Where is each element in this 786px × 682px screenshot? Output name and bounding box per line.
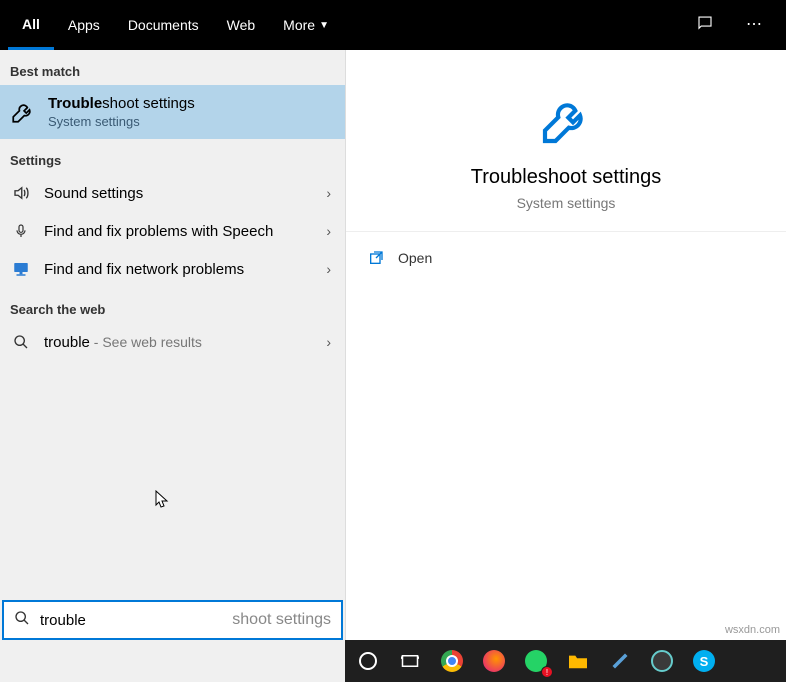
detail-panel: Troubleshoot settings System settings Op… — [345, 50, 786, 640]
section-settings: Settings — [0, 139, 345, 174]
best-match-title: Troubleshoot settings — [48, 95, 195, 112]
result-speech[interactable]: Find and fix problems with Speech › — [0, 212, 345, 250]
open-icon — [368, 250, 384, 266]
result-sound-settings[interactable]: Sound settings › — [0, 174, 345, 212]
results-panel: Best match Troubleshoot settings System … — [0, 50, 345, 640]
open-label: Open — [398, 250, 432, 266]
taskview-icon[interactable] — [395, 646, 425, 676]
result-label: trouble - See web results — [44, 334, 314, 351]
feedback-icon[interactable] — [688, 6, 722, 45]
wrench-icon — [10, 99, 36, 125]
taskbar: ! S — [345, 640, 786, 682]
section-search-web: Search the web — [0, 288, 345, 323]
result-network[interactable]: Find and fix network problems › — [0, 250, 345, 288]
detail-title: Troubleshoot settings — [366, 166, 766, 189]
chevron-right-icon: › — [326, 334, 335, 350]
section-best-match: Best match — [0, 50, 345, 85]
chevron-down-icon: ▼ — [319, 20, 329, 31]
result-label: Find and fix network problems — [44, 261, 314, 278]
network-icon — [10, 258, 32, 280]
search-input[interactable] — [40, 612, 639, 629]
wrench-icon — [536, 90, 596, 150]
search-icon — [10, 331, 32, 353]
open-action[interactable]: Open — [346, 232, 786, 284]
chevron-right-icon: › — [326, 261, 335, 277]
search-window: All Apps Documents Web More▼ ⋯ Best matc… — [0, 0, 786, 640]
tab-all[interactable]: All — [8, 0, 54, 50]
result-label: Sound settings — [44, 185, 314, 202]
app-icon[interactable] — [605, 646, 635, 676]
tab-documents[interactable]: Documents — [114, 0, 213, 50]
cortana-icon[interactable] — [353, 646, 383, 676]
watermark: wsxdn.com — [725, 624, 780, 636]
more-options-icon[interactable]: ⋯ — [738, 6, 770, 45]
result-label: Find and fix problems with Speech — [44, 223, 314, 240]
chrome-icon[interactable] — [437, 646, 467, 676]
best-match-subtitle: System settings — [48, 114, 195, 129]
filter-tabs: All Apps Documents Web More▼ ⋯ — [0, 0, 786, 50]
speaker-icon — [10, 182, 32, 204]
detail-subtitle: System settings — [366, 195, 766, 211]
microphone-icon — [10, 220, 32, 242]
skype-icon[interactable]: S — [689, 646, 719, 676]
leftfill — [0, 640, 345, 682]
search-box[interactable]: shoot settings — [2, 600, 343, 640]
firefox-icon[interactable] — [479, 646, 509, 676]
tab-web[interactable]: Web — [213, 0, 270, 50]
best-match-item[interactable]: Troubleshoot settings System settings — [0, 85, 345, 139]
explorer-icon[interactable] — [563, 646, 593, 676]
whatsapp-icon[interactable]: ! — [521, 646, 551, 676]
app-icon-2[interactable] — [647, 646, 677, 676]
tab-more[interactable]: More▼ — [269, 0, 343, 50]
chevron-right-icon: › — [326, 223, 335, 239]
search-icon — [14, 610, 30, 630]
result-web-search[interactable]: trouble - See web results › — [0, 323, 345, 361]
chevron-right-icon: › — [326, 185, 335, 201]
tab-apps[interactable]: Apps — [54, 0, 114, 50]
notification-badge: ! — [541, 666, 553, 678]
